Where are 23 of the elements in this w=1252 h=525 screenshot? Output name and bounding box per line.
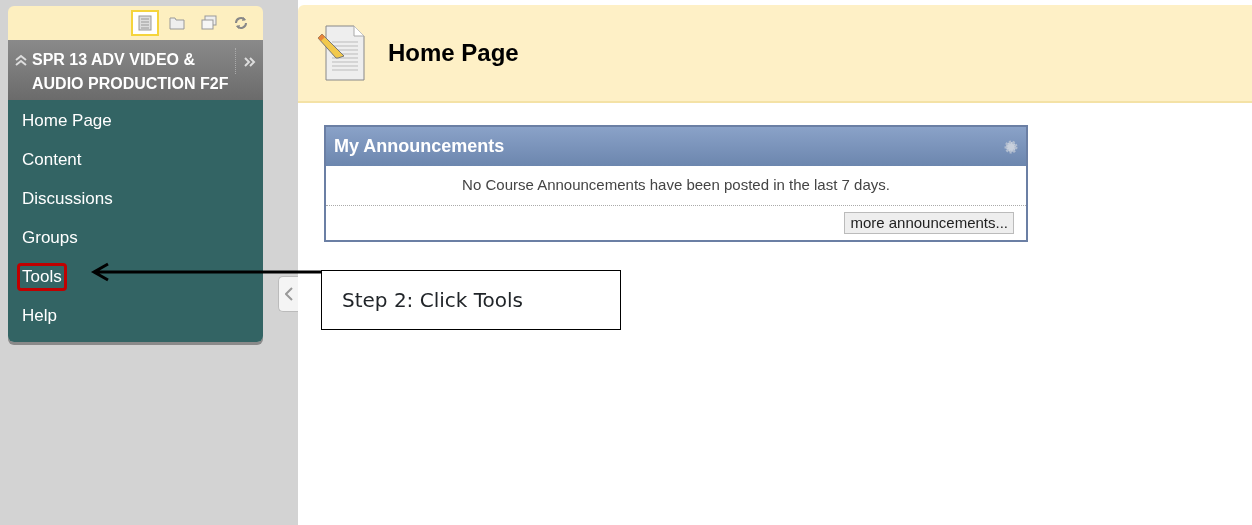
list-icon [137, 15, 153, 31]
menu-link[interactable]: Help [17, 302, 62, 330]
expand-icon[interactable] [242, 56, 257, 69]
more-announcements-button[interactable]: more announcements... [844, 211, 1014, 234]
folder-icon [169, 15, 185, 31]
refresh-icon [233, 15, 249, 31]
page-title: Home Page [388, 38, 519, 68]
step-callout: Step 2: Click Tools [321, 270, 621, 330]
collapse-tab[interactable] [278, 276, 298, 312]
menu-link[interactable]: Home Page [17, 107, 117, 135]
settings-icon[interactable] [1004, 139, 1018, 154]
menu-link[interactable]: Discussions [17, 185, 118, 213]
announcement-message: No Course Announcements have been posted in the last 7 days. [326, 166, 1026, 206]
menu-link[interactable]: Tools [17, 263, 67, 291]
menu-link[interactable]: Content [17, 146, 87, 174]
collapse-icon[interactable] [14, 54, 28, 66]
menu-link[interactable]: Groups [17, 224, 83, 252]
view-button[interactable] [131, 10, 159, 36]
document-pencil-icon [316, 24, 368, 82]
module-title: My Announcements [334, 135, 505, 158]
course-title: SPR 13 ADV VIDEO & AUDIO PRODUCTION F2F [32, 50, 230, 94]
windows-icon [201, 15, 217, 31]
chevron-icon [284, 287, 293, 301]
